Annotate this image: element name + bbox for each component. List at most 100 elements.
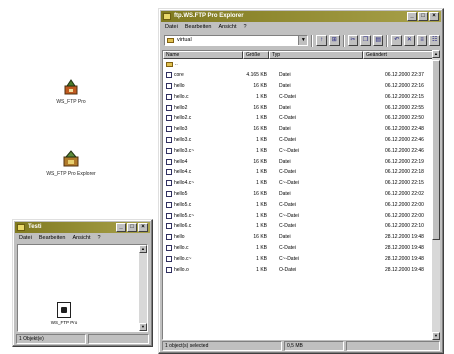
file-type: C~-Datei xyxy=(279,180,299,187)
file-name-cell: hello.o xyxy=(163,266,243,273)
small-status-bar: 1 Objekt(e) xyxy=(16,334,149,344)
column-header-size[interactable]: Größe xyxy=(243,51,269,59)
file-type: O-Datei xyxy=(279,266,297,273)
desktop-icon-ws-ftp-pro-explorer[interactable]: WS_FTP Pro Explorer xyxy=(36,150,106,177)
small-window-item[interactable]: WS_FTP Pro xyxy=(44,302,84,325)
delete-button[interactable]: ✕ xyxy=(404,35,415,46)
minimize-button[interactable]: _ xyxy=(116,223,126,232)
maximize-button[interactable]: □ xyxy=(418,12,428,21)
map-drive-button[interactable]: ⊞ xyxy=(328,35,340,46)
explorer-titlebar[interactable]: ftp.WS.FTP Pro Explorer _ □ × xyxy=(161,11,441,22)
paste-button[interactable]: ▤ xyxy=(372,35,384,46)
file-type: C-Datei xyxy=(279,93,296,100)
file-type: C~-Datei xyxy=(279,255,299,262)
file-row[interactable]: hello3.c 1 KB C-Datei 06.12.2000 22:46 xyxy=(163,135,439,146)
file-name-cell: hello4.c~ xyxy=(163,180,243,187)
file-row[interactable]: hello2 16 KB Datei 06.12.2000 22:55 xyxy=(163,102,439,113)
file-row[interactable]: core 4.165 KB Datei 06.12.2000 22:37 xyxy=(163,70,439,81)
scroll-up-arrow[interactable]: ▲ xyxy=(139,245,147,253)
path-value: virtual xyxy=(177,37,192,43)
file-icon xyxy=(166,104,172,111)
file-name: hello.c~ xyxy=(174,255,192,262)
file-name-cell: core xyxy=(163,72,243,79)
file-row[interactable]: hello.c 1 KB C-Datei 06.12.2000 22:15 xyxy=(163,91,439,102)
file-row[interactable]: hello5 16 KB Datei 06.12.2000 22:02 xyxy=(163,189,439,200)
file-type: C-Datei xyxy=(279,136,296,143)
scroll-thumb[interactable] xyxy=(432,60,440,240)
desktop-icon-ws-ftp-pro[interactable]: WS_FTP Pro xyxy=(36,78,106,105)
file-modified: 28.12.2000 19:48 xyxy=(385,255,424,262)
file-row[interactable]: hello4.c 1 KB C-Datei 06.12.2000 22:18 xyxy=(163,167,439,178)
file-row[interactable]: hello4 16 KB Datei 06.12.2000 22:19 xyxy=(163,156,439,167)
file-row[interactable]: hello2.c 1 KB C-Datei 06.12.2000 22:50 xyxy=(163,113,439,124)
minimize-button[interactable]: _ xyxy=(407,12,417,21)
undo-button[interactable]: ↶ xyxy=(391,35,403,46)
file-icon xyxy=(166,147,172,154)
file-row[interactable]: hello3 16 KB Datei 06.12.2000 22:48 xyxy=(163,124,439,135)
file-row[interactable]: hello 16 KB Datei 06.12.2000 22:16 xyxy=(163,81,439,92)
cut-button[interactable]: ✂ xyxy=(347,35,359,46)
file-list[interactable]: Name Größe Typ Geändert .. core 4.165 KB Da… xyxy=(162,50,440,340)
file-row[interactable]: hello5.c 1 KB C-Datei 06.12.2000 22:00 xyxy=(163,199,439,210)
file-icon xyxy=(166,126,172,133)
menu-help[interactable]: ? xyxy=(98,234,101,243)
column-header-type[interactable]: Typ xyxy=(269,51,363,59)
file-row[interactable]: hello6.c 1 KB C-Datei 06.12.2000 22:10 xyxy=(163,221,439,232)
file-type: C-Datei xyxy=(279,244,296,251)
close-button[interactable]: × xyxy=(138,223,148,232)
up-folder-button[interactable]: ↑ xyxy=(316,35,327,46)
vertical-scrollbar[interactable]: ▲ ▼ xyxy=(432,50,440,340)
scroll-down-arrow[interactable]: ▼ xyxy=(432,332,440,340)
toolbar-separator xyxy=(342,34,345,47)
file-row[interactable]: hello4.c~ 1 KB C~-Datei 06.12.2000 22:15 xyxy=(163,178,439,189)
file-modified: 06.12.2000 22:00 xyxy=(385,212,424,219)
properties-button[interactable]: ≡ xyxy=(416,35,428,46)
scroll-up-arrow[interactable]: ▲ xyxy=(432,50,440,58)
file-size: 16 KB xyxy=(253,126,267,133)
copy-button[interactable]: ❐ xyxy=(360,35,371,46)
file-name: hello5 xyxy=(174,190,188,197)
file-icon xyxy=(166,190,172,197)
file-modified: 06.12.2000 22:46 xyxy=(385,136,424,143)
file-name: hello5.c~ xyxy=(174,212,195,219)
file-modified: 06.12.2000 22:48 xyxy=(385,126,424,133)
file-type: C~-Datei xyxy=(279,147,299,154)
column-header-modified[interactable]: Geändert xyxy=(363,51,439,59)
small-window-content[interactable]: WS_FTP Pro ▲ ▼ xyxy=(17,244,148,332)
maximize-button[interactable]: □ xyxy=(127,223,137,232)
file-row[interactable]: hello.o 1 KB O-Datei 28.12.2000 19:48 xyxy=(163,264,439,275)
view-list-button[interactable]: ☷ xyxy=(429,35,440,46)
small-window-titlebar[interactable]: Testi _ □ × xyxy=(15,222,150,233)
scroll-down-arrow[interactable]: ▼ xyxy=(139,323,147,331)
file-row[interactable]: hello.c~ 1 KB C~-Datei 28.12.2000 19:48 xyxy=(163,253,439,264)
file-size: 16 KB xyxy=(253,104,267,111)
menu-bearbeiten[interactable]: Bearbeiten xyxy=(185,23,212,32)
window-icon xyxy=(163,13,171,20)
menu-datei[interactable]: Datei xyxy=(19,234,32,243)
file-icon xyxy=(166,72,172,79)
menu-bearbeiten[interactable]: Bearbeiten xyxy=(39,234,66,243)
file-name: hello6.c xyxy=(174,223,192,230)
file-name-cell: hello3.c xyxy=(163,136,243,143)
menu-datei[interactable]: Datei xyxy=(165,23,178,32)
column-header-name[interactable]: Name xyxy=(163,51,243,59)
small-status-empty xyxy=(88,334,149,344)
file-rows: .. core 4.165 KB Datei 06.12.2000 22:37 hello… xyxy=(163,59,439,275)
file-name: hello2.c xyxy=(174,115,192,122)
file-row[interactable]: .. xyxy=(163,59,439,70)
small-vertical-scrollbar[interactable]: ▲ ▼ xyxy=(139,245,147,331)
file-modified: 06.12.2000 22:37 xyxy=(385,72,424,79)
chevron-down-icon[interactable]: ▼ xyxy=(298,36,308,45)
menu-ansicht[interactable]: Ansicht xyxy=(72,234,90,243)
file-row[interactable]: hello 16 KB Datei 28.12.2000 19:48 xyxy=(163,232,439,243)
file-modified: 28.12.2000 19:48 xyxy=(385,244,424,251)
file-modified: 06.12.2000 22:46 xyxy=(385,147,424,154)
close-button[interactable]: × xyxy=(429,12,439,21)
menu-ansicht[interactable]: Ansicht xyxy=(218,23,236,32)
file-row[interactable]: hello3.c~ 1 KB C~-Datei 06.12.2000 22:46 xyxy=(163,145,439,156)
file-modified: 06.12.2000 22:00 xyxy=(385,201,424,208)
file-row[interactable]: hello.c 1 KB C-Datei 28.12.2000 19:48 xyxy=(163,243,439,254)
menu-help[interactable]: ? xyxy=(244,23,247,32)
path-dropdown[interactable]: virtual ▼ xyxy=(164,35,309,46)
file-row[interactable]: hello5.c~ 1 KB C~-Datei 06.12.2000 22:00 xyxy=(163,210,439,221)
